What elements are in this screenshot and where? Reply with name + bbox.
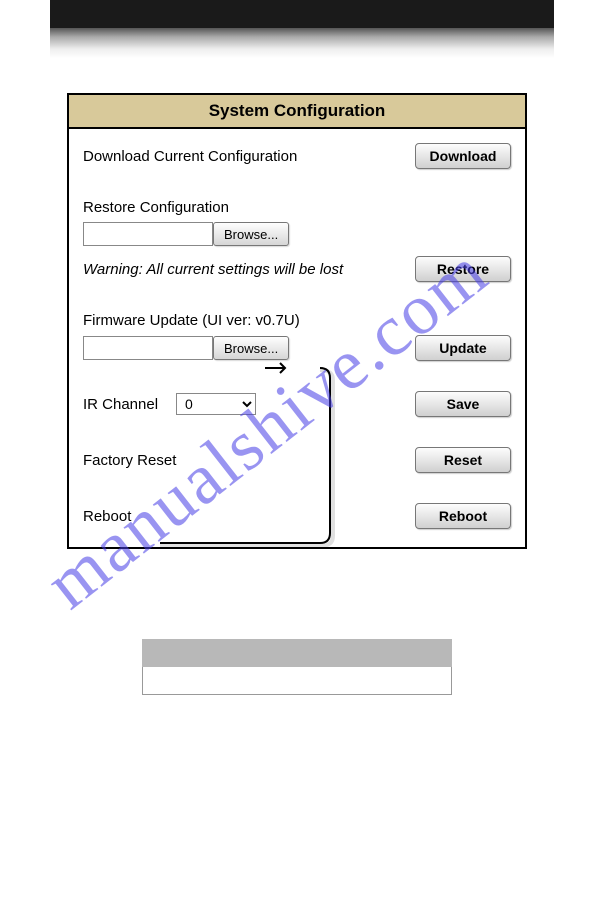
system-config-panel: System Configuration Download Current Co… (67, 93, 527, 549)
restore-file-input[interactable] (83, 222, 213, 246)
download-label: Download Current Configuration (83, 148, 411, 165)
firmware-row: Browse... Update (83, 335, 511, 361)
panel-body: Download Current Configuration Download … (69, 129, 525, 547)
restore-warning-row: Warning: All current settings will be lo… (83, 256, 511, 282)
reboot-label: Reboot (83, 508, 411, 525)
restore-browse-button[interactable]: Browse... (213, 222, 289, 246)
top-gradient (50, 28, 554, 58)
restore-warning: Warning: All current settings will be lo… (83, 261, 411, 278)
reboot-button[interactable]: Reboot (415, 503, 511, 529)
reset-button[interactable]: Reset (415, 447, 511, 473)
firmware-browse-button[interactable]: Browse... (213, 336, 289, 360)
ir-channel-select[interactable]: 0 (176, 393, 256, 415)
bottom-box (142, 639, 452, 695)
factory-label: Factory Reset (83, 452, 411, 469)
restore-button[interactable]: Restore (415, 256, 511, 282)
bottom-box-body (142, 667, 452, 695)
download-row: Download Current Configuration Download (83, 143, 511, 169)
panel-title: System Configuration (69, 95, 525, 129)
firmware-file-input[interactable] (83, 336, 213, 360)
ir-label: IR Channel (83, 396, 158, 413)
ir-row: IR Channel 0 Save (83, 391, 511, 417)
save-button[interactable]: Save (415, 391, 511, 417)
top-bar (50, 0, 554, 28)
download-button[interactable]: Download (415, 143, 511, 169)
update-button[interactable]: Update (415, 335, 511, 361)
restore-file-row: Browse... (83, 222, 511, 246)
factory-row: Factory Reset Reset (83, 447, 511, 473)
bottom-box-header (142, 639, 452, 667)
firmware-label: Firmware Update (UI ver: v0.7U) (83, 312, 511, 329)
restore-label: Restore Configuration (83, 199, 511, 216)
reboot-row: Reboot Reboot (83, 503, 511, 529)
